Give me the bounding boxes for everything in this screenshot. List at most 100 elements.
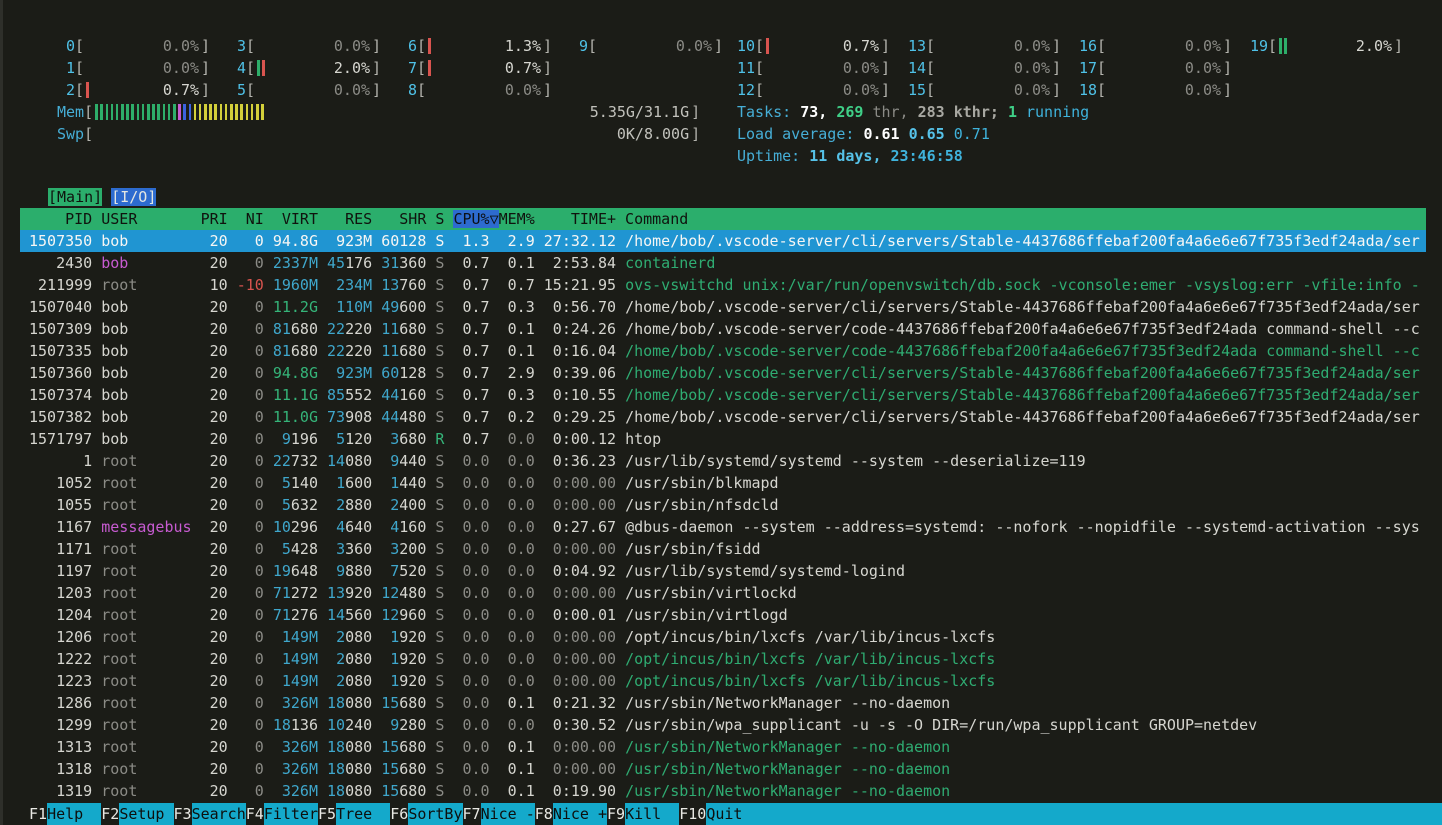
cpu-meter-bar: 0.0% xyxy=(764,57,881,79)
terminal-left-gutter xyxy=(0,0,3,825)
cpu-meter-1: 1[0.0%] xyxy=(57,57,210,79)
process-row-1055[interactable]: 1055 root 20 0 5632 2880 2400 S 0.0 0.0 … xyxy=(20,494,1426,516)
cpu-meter-6: 6[1.3%] xyxy=(399,35,552,57)
cpu-meter-14: 14[0.0%] xyxy=(908,57,1061,79)
fkey-f3[interactable]: F3 xyxy=(174,803,192,825)
cpu-meter-id: 2 xyxy=(57,79,75,101)
process-row-1197[interactable]: 1197 root 20 0 19648 9880 7520 S 0.0 0.0… xyxy=(20,560,1426,582)
process-row-1507382[interactable]: 1507382 bob 20 0 11.0G 73908 44480 S 0.7… xyxy=(20,406,1426,428)
fkey-f8[interactable]: F8 xyxy=(535,803,553,825)
cpu-meter-bar: 0.7% xyxy=(84,79,201,101)
cpu-meter-9: 9[0.0%] xyxy=(570,35,723,57)
process-row-1052[interactable]: 1052 root 20 0 5140 1600 1440 S 0.0 0.0 … xyxy=(20,472,1426,494)
cpu-meter-bar: 0.0% xyxy=(935,35,1052,57)
cpu-meter-bar: 1.3% xyxy=(426,35,543,57)
cpu-meter-16: 16[0.0%] xyxy=(1079,35,1232,57)
cpu-meter-bar: 0.0% xyxy=(935,79,1052,101)
cpu-meter-bar: 0.0% xyxy=(764,79,881,101)
fkey-action-quit[interactable]: Quit xyxy=(706,803,760,825)
process-row-1286[interactable]: 1286 root 20 0 326M 18080 15680 S 0.0 0.… xyxy=(20,692,1426,714)
process-row-1313[interactable]: 1313 root 20 0 326M 18080 15680 S 0.0 0.… xyxy=(20,736,1426,758)
fkey-f1[interactable]: F1 xyxy=(29,803,47,825)
fkey-f10[interactable]: F10 xyxy=(679,803,706,825)
tasks-line: Tasks: 73, 269 thr, 283 kthr; 1 running xyxy=(737,101,1089,123)
fkey-action-tree[interactable]: Tree xyxy=(336,803,390,825)
fkey-action-filter[interactable]: Filter xyxy=(264,803,318,825)
process-row-1223[interactable]: 1223 root 20 0 149M 2080 1920 S 0.0 0.0 … xyxy=(20,670,1426,692)
fkey-f7[interactable]: F7 xyxy=(463,803,481,825)
fkey-action-search[interactable]: Search xyxy=(192,803,246,825)
fkey-action-help[interactable]: Help xyxy=(47,803,101,825)
cpu-meter-10: 10[0.7%] xyxy=(737,35,890,57)
cpu-meter-18: 18[0.0%] xyxy=(1079,79,1232,101)
process-row-1507374[interactable]: 1507374 bob 20 0 11.1G 85552 44160 S 0.7… xyxy=(20,384,1426,406)
process-row-1507350[interactable]: 1507350 bob 20 0 94.8G 923M 60128 S 1.3 … xyxy=(20,230,1426,252)
cpu-meter-15: 15[0.0%] xyxy=(908,79,1061,101)
cpu-meter-bar: 0.0% xyxy=(84,35,201,57)
process-row-2430[interactable]: 2430 bob 20 0 2337M 45176 31360 S 0.7 0.… xyxy=(20,252,1426,274)
process-row-1171[interactable]: 1171 root 20 0 5428 3360 3200 S 0.0 0.0 … xyxy=(20,538,1426,560)
process-row-1167[interactable]: 1167 messagebus 20 0 10296 4640 4160 S 0… xyxy=(20,516,1426,538)
cpu-meter-8: 8[0.0%] xyxy=(399,79,552,101)
fkey-f4[interactable]: F4 xyxy=(246,803,264,825)
process-row-211999[interactable]: 211999 root 10 -10 1960M 234M 13760 S 0.… xyxy=(20,274,1426,296)
swp-meter: Swp[0K/8.00G] xyxy=(57,123,700,145)
process-row-1507335[interactable]: 1507335 bob 20 0 81680 22220 11680 S 0.7… xyxy=(20,340,1426,362)
fkey-action-nice-[interactable]: Nice - xyxy=(481,803,535,825)
fkey-f6[interactable]: F6 xyxy=(390,803,408,825)
cpu-meter-id: 11 xyxy=(737,57,755,79)
process-row-1206[interactable]: 1206 root 20 0 149M 2080 1920 S 0.0 0.0 … xyxy=(20,626,1426,648)
cpu-meter-bar: 2.0% xyxy=(255,57,372,79)
cpu-meter-7: 7[0.7%] xyxy=(399,57,552,79)
cpu-meter-id: 1 xyxy=(57,57,75,79)
cpu-meter-id: 16 xyxy=(1079,35,1097,57)
fkey-action-sortby[interactable]: SortBy xyxy=(408,803,462,825)
fkey-action-kill[interactable]: Kill xyxy=(625,803,679,825)
process-row-1507040[interactable]: 1507040 bob 20 0 11.2G 110M 49600 S 0.7 … xyxy=(20,296,1426,318)
process-row-1[interactable]: 1 root 20 0 22732 14080 9440 S 0.0 0.0 0… xyxy=(20,450,1426,472)
sort-column-header-cpu[interactable]: CPU%▽ xyxy=(453,210,498,228)
process-row-1507360[interactable]: 1507360 bob 20 0 94.8G 923M 60128 S 0.7 … xyxy=(20,362,1426,384)
cpu-meter-bar: 0.0% xyxy=(255,35,372,57)
process-row-1319[interactable]: 1319 root 20 0 326M 18080 15680 S 0.0 0.… xyxy=(20,780,1426,802)
process-row-1318[interactable]: 1318 root 20 0 326M 18080 15680 S 0.0 0.… xyxy=(20,758,1426,780)
cpu-meter-4: 4[2.0%] xyxy=(228,57,381,79)
process-row-1507309[interactable]: 1507309 bob 20 0 81680 22220 11680 S 0.7… xyxy=(20,318,1426,340)
process-row-1222[interactable]: 1222 root 20 0 149M 2080 1920 S 0.0 0.0 … xyxy=(20,648,1426,670)
screen-tabs: [Main] [I/O] xyxy=(48,186,156,208)
cpu-meter-id: 18 xyxy=(1079,79,1097,101)
process-row-1571797[interactable]: 1571797 bob 20 0 9196 5120 3680 R 0.7 0.… xyxy=(20,428,1426,450)
cpu-meter-5: 5[0.0%] xyxy=(228,79,381,101)
cpu-meter-2: 2[0.7%] xyxy=(57,79,210,101)
cpu-meter-17: 17[0.0%] xyxy=(1079,57,1232,79)
fkey-f2[interactable]: F2 xyxy=(101,803,119,825)
cpu-meter-id: 5 xyxy=(228,79,246,101)
cpu-meter-id: 7 xyxy=(399,57,417,79)
load-average-line: Load average: 0.61 0.65 0.71 xyxy=(737,123,990,145)
fkey-f5[interactable]: F5 xyxy=(318,803,336,825)
cpu-meter-12: 12[0.0%] xyxy=(737,79,890,101)
mem-meter: Mem[5.35G/31.1G] xyxy=(57,101,700,123)
cpu-meter-id: 14 xyxy=(908,57,926,79)
tab-io[interactable]: [I/O] xyxy=(111,188,156,206)
cpu-meter-bar: 0.7% xyxy=(426,57,543,79)
uptime-line: Uptime: 11 days, 23:46:58 xyxy=(737,145,963,167)
cpu-meter-bar: 0.0% xyxy=(935,57,1052,79)
cpu-meter-bar: 0.7% xyxy=(764,35,881,57)
cpu-meter-bar: 0.0% xyxy=(426,79,543,101)
cpu-meter-id: 10 xyxy=(737,35,755,57)
cpu-meter-bar: 0.0% xyxy=(255,79,372,101)
cpu-meter-id: 19 xyxy=(1250,35,1268,57)
process-row-1204[interactable]: 1204 root 20 0 71276 14560 12960 S 0.0 0… xyxy=(20,604,1426,626)
tab-main[interactable]: [Main] xyxy=(48,188,102,206)
cpu-meter-bar: 0.0% xyxy=(1106,35,1223,57)
cpu-meter-id: 12 xyxy=(737,79,755,101)
process-row-1299[interactable]: 1299 root 20 0 18136 10240 9280 S 0.0 0.… xyxy=(20,714,1426,736)
fkey-action-nice-[interactable]: Nice + xyxy=(553,803,607,825)
process-table-header[interactable]: PID USER PRI NI VIRT RES SHR S CPU%▽MEM%… xyxy=(20,208,1426,230)
fkey-bar-fill xyxy=(761,803,1442,825)
fkey-f9[interactable]: F9 xyxy=(607,803,625,825)
cpu-meter-id: 6 xyxy=(399,35,417,57)
process-row-1203[interactable]: 1203 root 20 0 71272 13920 12480 S 0.0 0… xyxy=(20,582,1426,604)
fkey-action-setup[interactable]: Setup xyxy=(119,803,173,825)
